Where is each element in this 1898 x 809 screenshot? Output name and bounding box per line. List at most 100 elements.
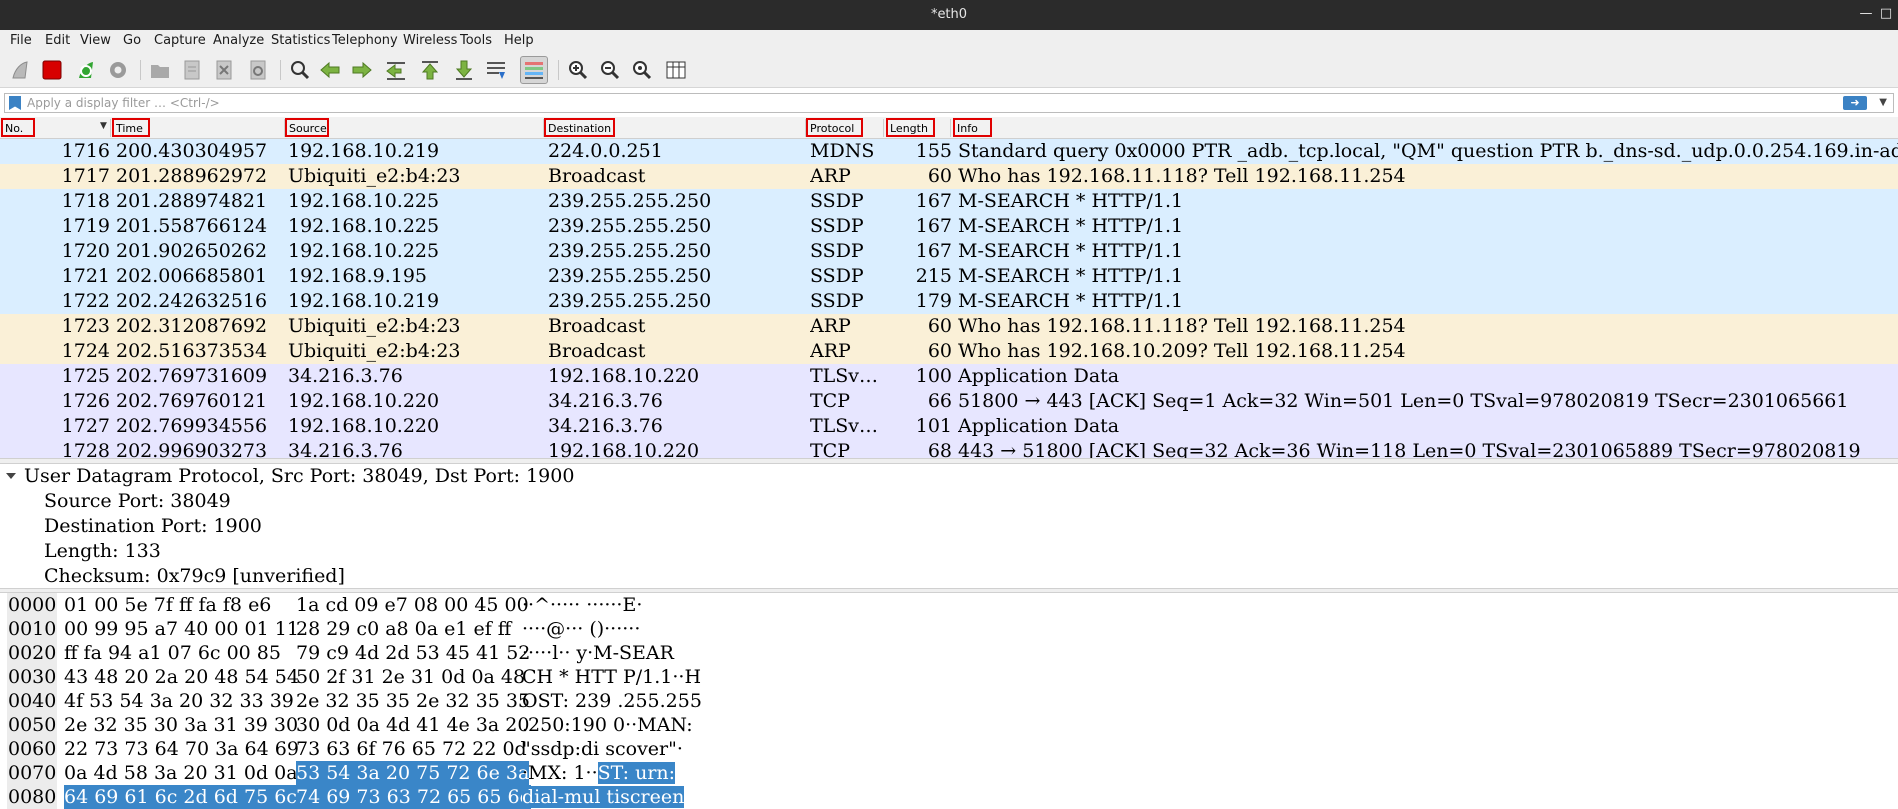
zoom-normal-icon[interactable] — [628, 56, 656, 84]
restart-capture-icon[interactable] — [72, 56, 100, 84]
column-header-time[interactable]: Time — [112, 118, 150, 137]
packet-info: 443 → 51800 [ACK] Seq=32 Ack=36 Win=118 … — [958, 440, 1861, 458]
packet-source: 192.168.10.225 — [288, 190, 440, 212]
hex-bytes: 73 63 6f 76 65 72 22 0d — [296, 738, 527, 760]
go-to-packet-icon[interactable] — [382, 56, 410, 84]
packet-row[interactable]: 1726 202.769760121 192.168.10.220 34.216.3.… — [0, 389, 1898, 414]
packet-row[interactable]: 1720 201.902650262 192.168.10.225 239.255.2… — [0, 239, 1898, 264]
go-back-icon[interactable] — [316, 56, 344, 84]
hex-offset: 0000 — [7, 593, 58, 617]
column-header-protocol[interactable]: Protocol — [806, 118, 863, 137]
packet-info: Standard query 0x0000 PTR _adb._tcp.loca… — [958, 140, 1898, 162]
save-file-icon[interactable] — [178, 56, 206, 84]
go-last-icon[interactable] — [450, 56, 478, 84]
hex-bytes: 74 69 73 63 72 65 65 6e — [296, 785, 531, 809]
packet-info: M-SEARCH * HTTP/1.1 — [958, 240, 1184, 262]
hex-bytes: 22 73 73 64 70 3a 64 69 — [64, 738, 299, 760]
packet-time: 202.769731609 — [116, 365, 268, 387]
packet-list[interactable]: 1716 200.430304957 192.168.10.219 224.0.0.2… — [0, 139, 1898, 458]
packet-row[interactable]: 1716 200.430304957 192.168.10.219 224.0.0.2… — [0, 139, 1898, 164]
packet-row[interactable]: 1719 201.558766124 192.168.10.225 239.255.2… — [0, 214, 1898, 239]
detail-field[interactable]: Checksum: 0x79c9 [unverified] — [44, 564, 345, 588]
menu-capture[interactable]: Capture — [154, 33, 206, 48]
go-first-icon[interactable] — [416, 56, 444, 84]
display-filter-input[interactable] — [27, 95, 1817, 111]
detail-field[interactable]: Source Port: 38049 — [44, 489, 231, 514]
packet-info: 51800 → 443 [ACK] Seq=1 Ack=32 Win=501 L… — [958, 390, 1849, 412]
packet-info: Who has 192.168.11.118? Tell 192.168.11.… — [958, 165, 1406, 187]
colorize-icon[interactable] — [520, 56, 548, 84]
minimize-icon[interactable]: — — [1858, 6, 1874, 22]
packet-row[interactable]: 1725 202.769731609 34.216.3.76 192.168.10.2… — [0, 364, 1898, 389]
menu-edit[interactable]: Edit — [45, 33, 70, 48]
go-forward-icon[interactable] — [348, 56, 376, 84]
packet-bytes-pane[interactable]: 0000 01 00 5e 7f ff fa f8 e6 1a cd 09 e7 0… — [0, 593, 1898, 809]
packet-row[interactable]: 1721 202.006685801 192.168.9.195 239.255.25… — [0, 264, 1898, 289]
resize-columns-icon[interactable] — [662, 56, 690, 84]
zoom-in-icon[interactable] — [564, 56, 592, 84]
menu-view[interactable]: View — [80, 33, 111, 48]
shark-fin-start-icon[interactable] — [6, 56, 34, 84]
column-header-info[interactable]: Info — [953, 118, 992, 137]
hex-offset: 0080 — [7, 785, 58, 809]
zoom-out-icon[interactable] — [596, 56, 624, 84]
packet-time: 202.516373534 — [116, 340, 268, 362]
find-packet-icon[interactable] — [286, 56, 314, 84]
menu-analyze[interactable]: Analyze — [213, 33, 264, 48]
menu-wireless[interactable]: Wireless — [403, 33, 457, 48]
filter-history-chevron-down-icon[interactable]: ▼ — [1879, 94, 1887, 112]
hex-ascii-selected: dial-mul tiscreen — [522, 786, 685, 808]
packet-row[interactable]: 1718 201.288974821 192.168.10.225 239.255.2… — [0, 189, 1898, 214]
packet-source: 34.216.3.76 — [288, 365, 403, 387]
bookmark-icon[interactable] — [9, 96, 21, 110]
column-header-destination[interactable]: Destination — [544, 118, 615, 137]
display-filter-bar: ➜ ▼ — [0, 91, 1898, 115]
menu-go[interactable]: Go — [123, 33, 141, 48]
packet-length: 167 — [915, 215, 952, 237]
detail-field[interactable]: Destination Port: 1900 — [44, 514, 262, 539]
apply-filter-arrow-icon[interactable]: ➜ — [1843, 96, 1867, 110]
autoscroll-icon[interactable] — [482, 56, 510, 84]
hex-bytes: 30 0d 0a 4d 41 4e 3a 20 — [296, 714, 530, 736]
maximize-icon[interactable]: □ — [1878, 6, 1894, 22]
reload-file-icon[interactable] — [244, 56, 272, 84]
packet-time: 202.312087692 — [116, 315, 268, 337]
expand-triangle-icon[interactable] — [6, 473, 16, 479]
packet-source: Ubiquiti_e2:b4:23 — [288, 315, 461, 337]
close-file-icon[interactable] — [210, 56, 238, 84]
packet-no: 1718 — [61, 190, 110, 212]
open-file-icon[interactable] — [146, 56, 174, 84]
detail-field[interactable]: Length: 133 — [44, 539, 161, 564]
menu-file[interactable]: File — [10, 33, 32, 48]
packet-destination: 192.168.10.220 — [548, 365, 700, 387]
menu-help[interactable]: Help — [504, 33, 534, 48]
packet-row[interactable]: 1727 202.769934556 192.168.10.220 34.216.3.… — [0, 414, 1898, 439]
packet-row[interactable]: 1717 201.288962972 Ubiquiti_e2:b4:23 Broadc… — [0, 164, 1898, 189]
hex-ascii: CH * HTT P/1.1··H — [522, 665, 701, 689]
column-header-length[interactable]: Length — [886, 118, 935, 137]
packet-destination: 224.0.0.251 — [548, 140, 663, 162]
packet-no: 1724 — [61, 340, 110, 362]
udp-header-line[interactable]: User Datagram Protocol, Src Port: 38049,… — [24, 464, 574, 489]
packet-row[interactable]: 1722 202.242632516 192.168.10.219 239.255.2… — [0, 289, 1898, 314]
capture-options-icon[interactable] — [104, 56, 132, 84]
hex-bytes: 4f 53 54 3a 20 32 33 39 — [64, 690, 294, 712]
packet-row[interactable]: 1724 202.516373534 Ubiquiti_e2:b4:23 Broadc… — [0, 339, 1898, 364]
packet-info: M-SEARCH * HTTP/1.1 — [958, 290, 1184, 312]
packet-length: 60 — [927, 340, 952, 362]
main-toolbar — [0, 52, 1898, 88]
menu-telephony[interactable]: Telephony — [332, 33, 398, 48]
packet-no: 1719 — [61, 215, 110, 237]
packet-length: 167 — [915, 190, 952, 212]
packet-destination: 34.216.3.76 — [548, 390, 663, 412]
packet-row[interactable]: 1723 202.312087692 Ubiquiti_e2:b4:23 Broadc… — [0, 314, 1898, 339]
stop-capture-icon[interactable] — [38, 56, 66, 84]
packet-no: 1721 — [61, 265, 110, 287]
column-header-source[interactable]: Source — [285, 118, 329, 137]
sort-descending-icon: ▼ — [100, 121, 107, 131]
menu-tools[interactable]: Tools — [460, 33, 492, 48]
menu-statistics[interactable]: Statistics — [271, 33, 330, 48]
column-header-no[interactable]: No. — [1, 118, 35, 137]
packet-row[interactable]: 1728 202.996903273 34.216.3.76 192.168.10.2… — [0, 439, 1898, 458]
packet-details-pane[interactable]: User Datagram Protocol, Src Port: 38049,… — [0, 464, 1898, 588]
